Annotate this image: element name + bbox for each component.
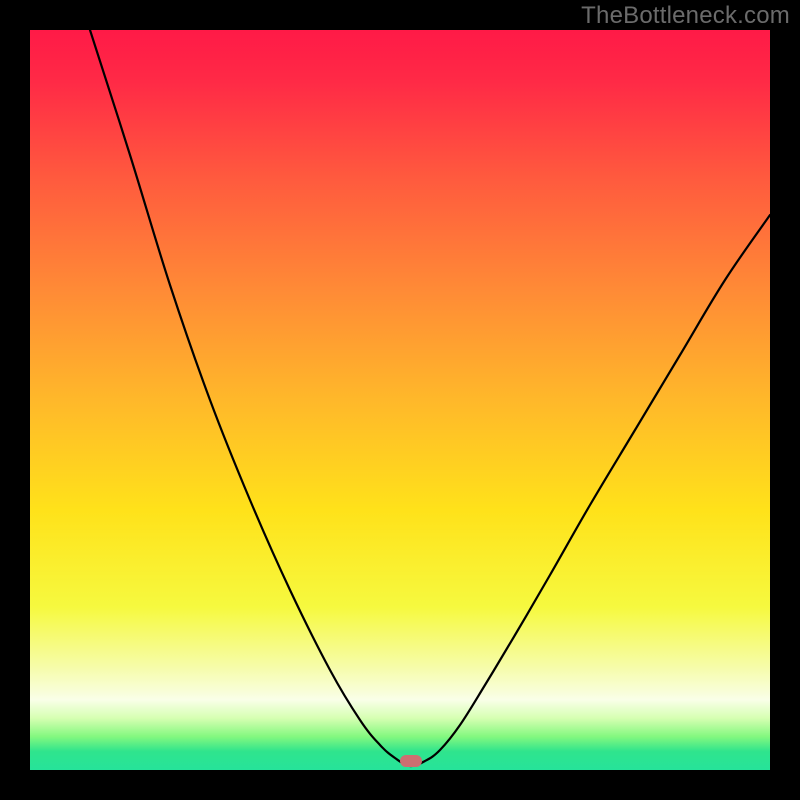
watermark-text: TheBottleneck.com xyxy=(581,2,790,30)
bottleneck-chart-svg xyxy=(30,30,770,770)
chart-frame: TheBottleneck.com xyxy=(0,0,800,800)
optimal-marker xyxy=(400,755,422,767)
gradient-background xyxy=(30,30,770,770)
plot-area xyxy=(30,30,770,770)
